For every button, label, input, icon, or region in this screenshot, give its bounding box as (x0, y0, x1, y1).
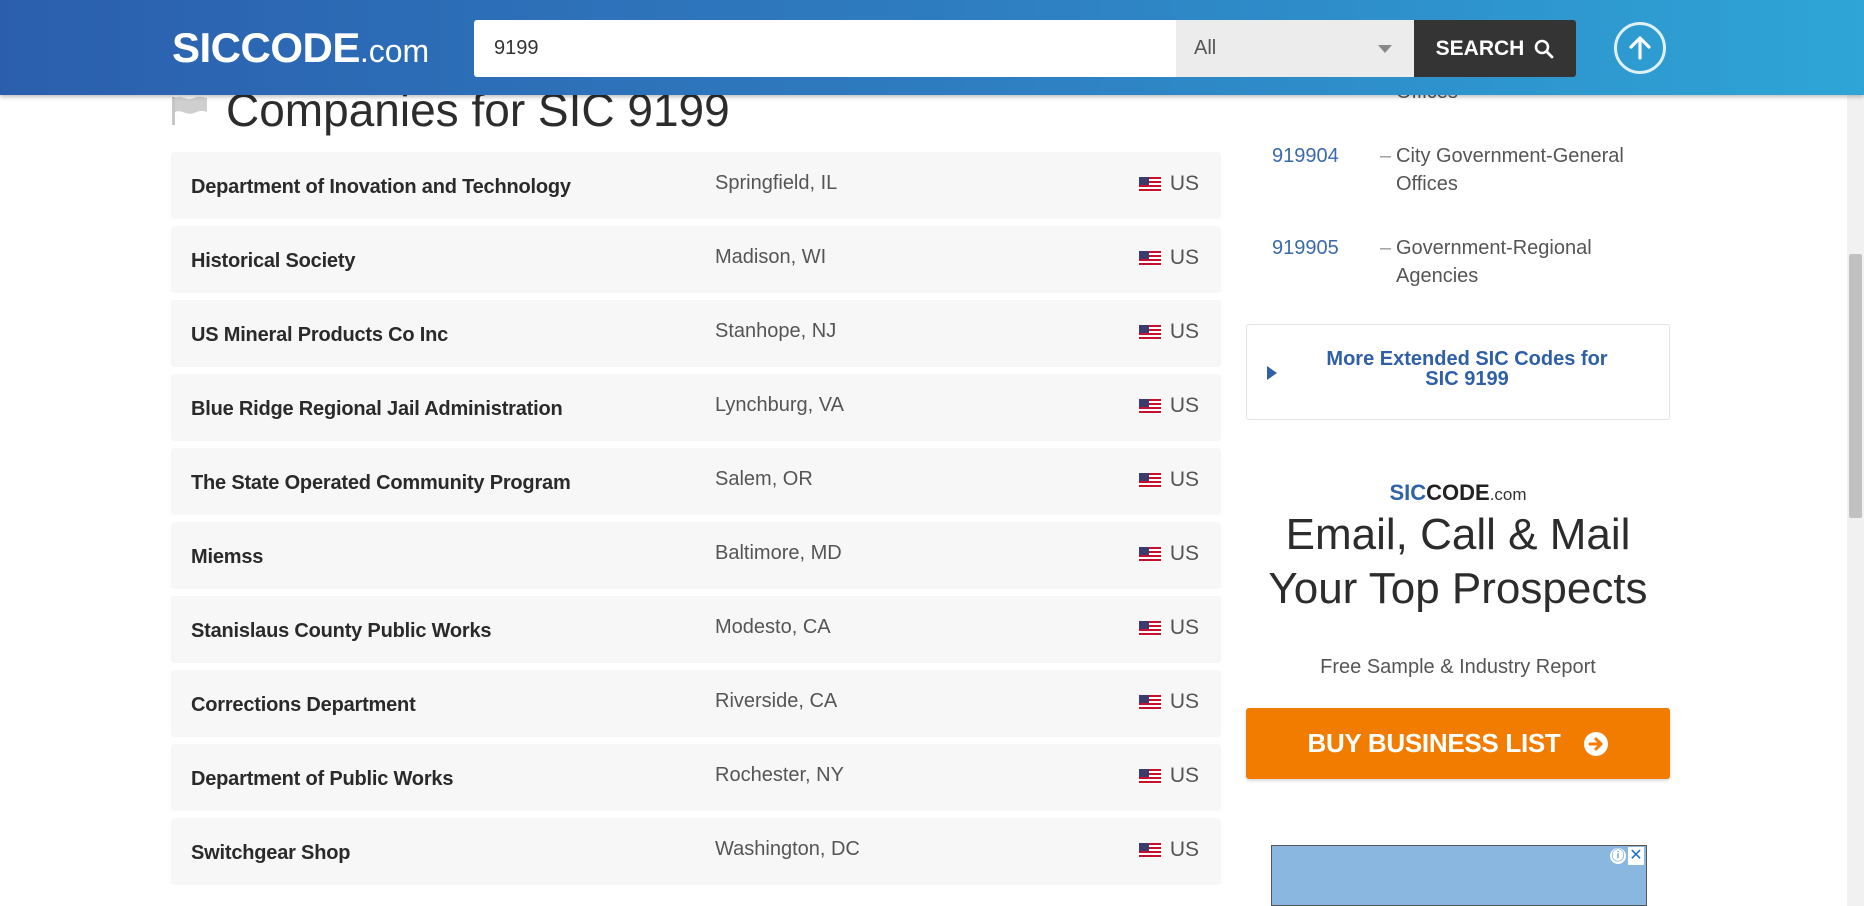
promo-logo: SICCODE.com (1246, 480, 1670, 506)
company-location: Washington, DC (715, 838, 860, 860)
company-location: Lynchburg, VA (715, 394, 844, 416)
company-name[interactable]: The State Operated Community Program (191, 472, 571, 495)
ad-close-icon[interactable]: ✕ (1628, 847, 1644, 865)
company-location: Springfield, IL (715, 172, 838, 194)
arrow-circle-right-icon (1583, 731, 1608, 756)
company-name[interactable]: US Mineral Products Co Inc (191, 324, 448, 347)
us-flag-icon (1138, 472, 1161, 488)
extended-code-desc[interactable]: City Government-General Offices (1396, 142, 1646, 198)
ad-info-icon[interactable]: ⓘ (1610, 848, 1626, 864)
scrollbar-thumb[interactable] (1849, 254, 1862, 518)
promo-subtitle: Free Sample & Industry Report (1320, 656, 1596, 678)
company-name[interactable]: Department of Public Works (191, 768, 453, 791)
search-icon (1535, 39, 1554, 58)
search-filter-select[interactable]: All (1176, 20, 1414, 77)
company-location: Rochester, NY (715, 764, 844, 786)
more-extended-codes-label: More Extended SIC Codes for SIC 9199 (1326, 348, 1608, 390)
company-country: US (1138, 246, 1199, 270)
promo-logo-code: CODE (1426, 480, 1490, 505)
us-flag-icon (1138, 842, 1161, 858)
country-code: US (1169, 838, 1199, 861)
search-filter-value: All (1194, 37, 1217, 59)
company-country: US (1138, 320, 1199, 344)
company-list: Department of Inovation and Technology S… (171, 152, 1221, 892)
company-country: US (1138, 690, 1199, 714)
us-flag-icon (1138, 694, 1161, 710)
search-input[interactable] (474, 20, 1176, 77)
caret-right-icon (1267, 366, 1277, 380)
company-country: US (1138, 172, 1199, 196)
us-flag-icon (1138, 546, 1161, 562)
company-name[interactable]: Blue Ridge Regional Jail Administration (191, 398, 563, 421)
code-separator: – (1380, 237, 1392, 259)
code-separator: – (1380, 145, 1392, 167)
promo-headline-line2: Your Top Prospects (1268, 564, 1648, 613)
promo-headline: Email, Call & Mail Your Top Prospects (1246, 508, 1670, 616)
advertisement[interactable]: ⓘ ✕ (1271, 845, 1647, 906)
extended-code-desc[interactable]: Government-Regional Agencies (1396, 234, 1646, 290)
company-row[interactable]: Stanislaus County Public Works Modesto, … (171, 596, 1221, 663)
buy-button-label: BUY BUSINESS LIST (1307, 728, 1561, 758)
company-name[interactable]: Stanislaus County Public Works (191, 620, 492, 643)
promo-headline-line1: Email, Call & Mail (1285, 510, 1631, 559)
company-row[interactable]: Historical Society Madison, WI US (171, 226, 1221, 293)
us-flag-icon (1138, 324, 1161, 340)
company-location: Baltimore, MD (715, 542, 842, 564)
company-location: Riverside, CA (715, 690, 838, 712)
flag-icon (172, 96, 207, 125)
company-name[interactable]: Historical Society (191, 250, 355, 273)
company-name[interactable]: Department of Inovation and Technology (191, 176, 571, 199)
country-code: US (1169, 542, 1199, 565)
company-row[interactable]: Switchgear Shop Washington, DC US (171, 818, 1221, 885)
country-code: US (1169, 320, 1199, 343)
logo-brand: SICCODE (172, 24, 360, 71)
company-country: US (1138, 468, 1199, 492)
us-flag-icon (1138, 398, 1161, 414)
company-row[interactable]: Department of Inovation and Technology S… (171, 152, 1221, 219)
company-row[interactable]: US Mineral Products Co Inc Stanhope, NJ … (171, 300, 1221, 367)
country-code: US (1169, 764, 1199, 787)
extended-code[interactable]: 919904 (1272, 142, 1339, 170)
search-button-label: SEARCH (1435, 36, 1525, 60)
scroll-to-top-button[interactable] (1614, 22, 1666, 74)
country-code: US (1169, 690, 1199, 713)
company-name[interactable]: Miemss (191, 546, 263, 569)
company-row[interactable]: The State Operated Community Program Sal… (171, 448, 1221, 515)
site-header: SICCODE.com All SEARCH (0, 0, 1864, 95)
us-flag-icon (1138, 176, 1161, 192)
chevron-down-icon (1378, 45, 1392, 53)
company-location: Salem, OR (715, 468, 813, 490)
company-name[interactable]: Corrections Department (191, 694, 416, 717)
extended-code[interactable]: 919905 (1272, 234, 1339, 262)
company-country: US (1138, 542, 1199, 566)
company-country: US (1138, 616, 1199, 640)
search-button[interactable]: SEARCH (1414, 20, 1576, 77)
company-row[interactable]: Blue Ridge Regional Jail Administration … (171, 374, 1221, 441)
country-code: US (1169, 246, 1199, 269)
company-row[interactable]: Miemss Baltimore, MD US (171, 522, 1221, 589)
us-flag-icon (1138, 620, 1161, 636)
company-name[interactable]: Switchgear Shop (191, 842, 350, 865)
country-code: US (1169, 468, 1199, 491)
country-code: US (1169, 616, 1199, 639)
company-country: US (1138, 394, 1199, 418)
country-code: US (1169, 172, 1199, 195)
us-flag-icon (1138, 768, 1161, 784)
site-logo[interactable]: SICCODE.com (172, 24, 429, 72)
promo-logo-sic: SIC (1389, 480, 1427, 505)
company-location: Stanhope, NJ (715, 320, 837, 342)
company-country: US (1138, 764, 1199, 788)
promo-logo-tld: .com (1489, 485, 1527, 504)
more-extended-codes-link[interactable]: More Extended SIC Codes for SIC 9199 (1246, 324, 1670, 420)
company-location: Modesto, CA (715, 616, 831, 638)
company-country: US (1138, 838, 1199, 862)
buy-business-list-button[interactable]: BUY BUSINESS LIST (1246, 708, 1670, 779)
company-location: Madison, WI (715, 246, 827, 268)
company-row[interactable]: Corrections Department Riverside, CA US (171, 670, 1221, 737)
arrow-up-icon (1629, 36, 1651, 60)
logo-tld: .com (359, 33, 430, 69)
company-row[interactable]: Department of Public Works Rochester, NY… (171, 744, 1221, 811)
us-flag-icon (1138, 250, 1161, 266)
country-code: US (1169, 394, 1199, 417)
